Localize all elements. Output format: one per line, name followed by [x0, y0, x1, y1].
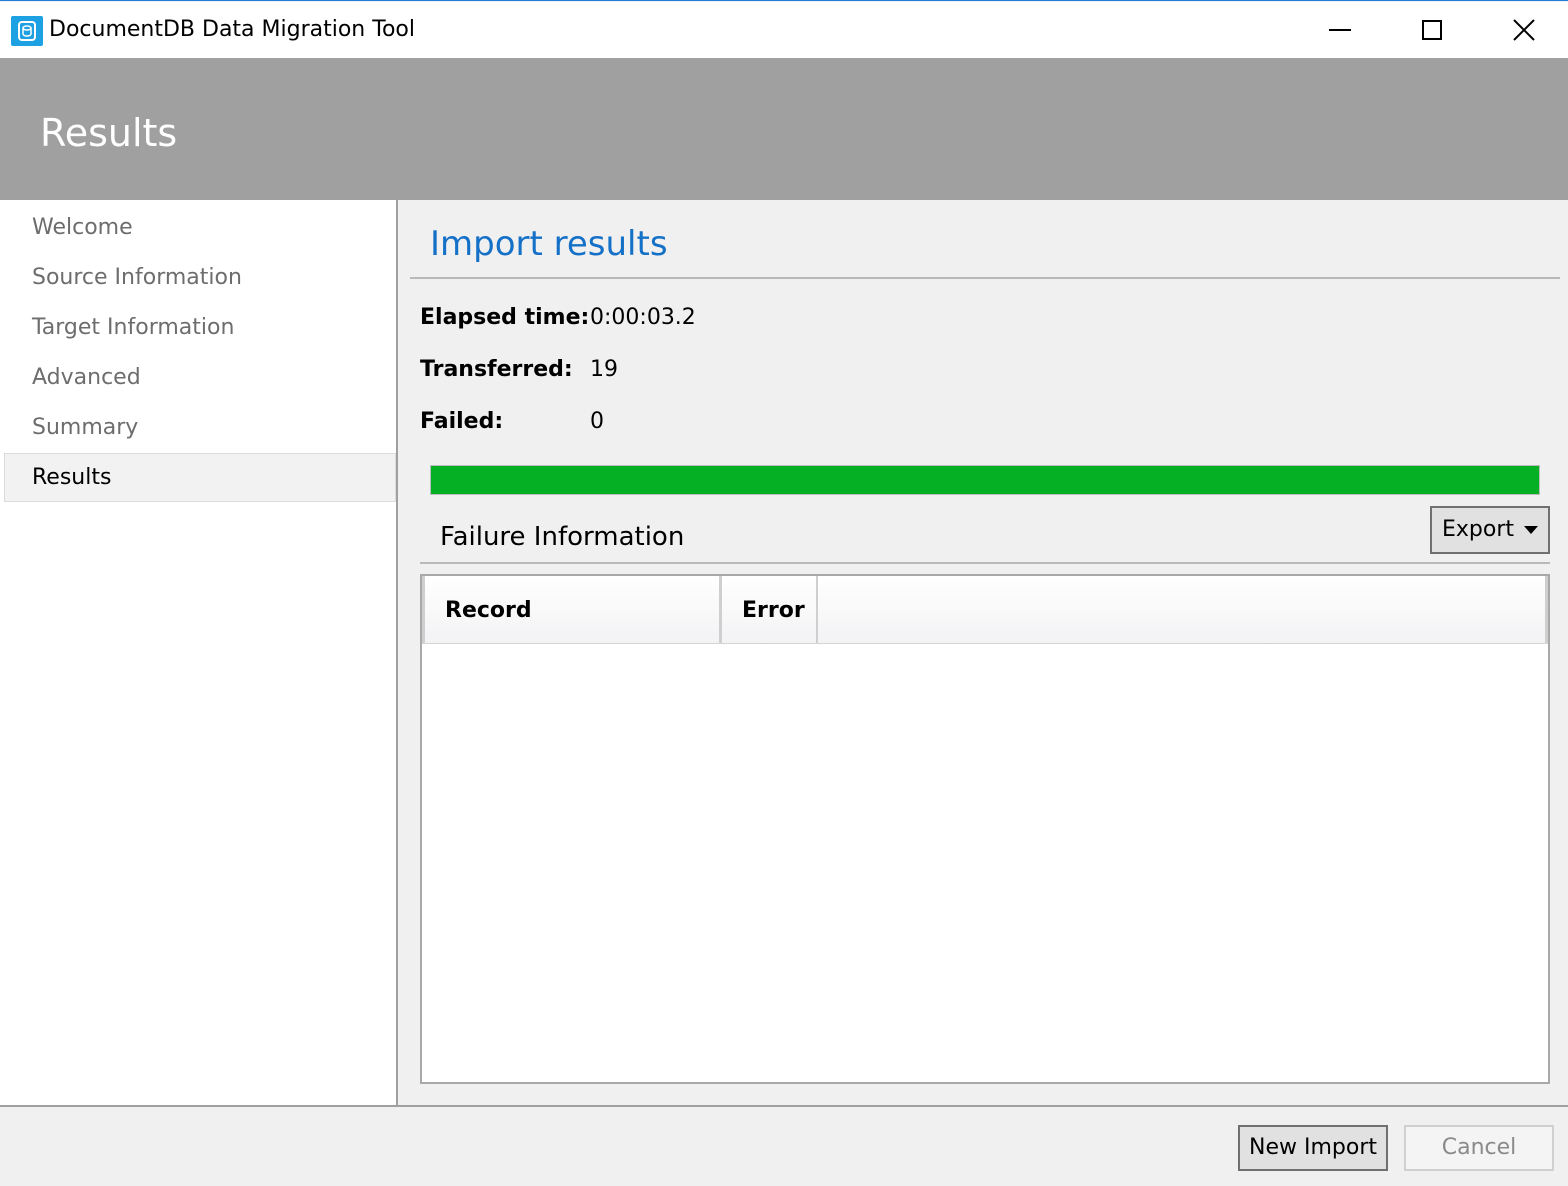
sidebar-item-target-information[interactable]: Target Information — [4, 304, 396, 352]
failure-grid[interactable]: Record Error — [420, 574, 1550, 1084]
database-icon — [11, 16, 43, 46]
sidebar-item-welcome[interactable]: Welcome — [4, 204, 396, 252]
close-button[interactable] — [1478, 2, 1568, 58]
progress-bar-fill — [431, 466, 1539, 494]
maximize-button[interactable] — [1386, 2, 1478, 58]
transferred-value: 19 — [590, 357, 618, 382]
caret-down-icon — [1524, 526, 1538, 534]
export-dropdown-button[interactable]: Export — [1430, 506, 1550, 554]
grid-header: Record Error — [422, 576, 1548, 644]
failed-label: Failed: — [420, 409, 504, 434]
elapsed-time-label: Elapsed time: — [420, 305, 590, 330]
export-label: Export — [1442, 517, 1515, 542]
progress-bar — [430, 465, 1540, 495]
sidebar-item-results[interactable]: Results — [4, 453, 396, 502]
main-content: Import results Elapsed time: 0:00:03.2 T… — [400, 200, 1568, 1105]
sidebar-item-source-information[interactable]: Source Information — [4, 254, 396, 302]
sidebar-item-advanced[interactable]: Advanced — [4, 354, 396, 402]
sidebar: Welcome Source Information Target Inform… — [0, 200, 398, 1105]
new-import-button[interactable]: New Import — [1238, 1125, 1388, 1171]
failed-value: 0 — [590, 409, 604, 434]
grid-header-edge — [1545, 576, 1548, 643]
elapsed-time-value: 0:00:03.2 — [590, 305, 696, 330]
transferred-label: Transferred: — [420, 357, 573, 382]
cancel-button[interactable]: Cancel — [1404, 1125, 1554, 1171]
minimize-button[interactable] — [1294, 2, 1386, 58]
section-divider — [410, 277, 1560, 279]
title-bar: DocumentDB Data Migration Tool — [0, 2, 1568, 58]
maximize-icon — [1422, 20, 1442, 40]
column-header-record[interactable]: Record — [422, 576, 722, 643]
close-icon — [1513, 19, 1535, 41]
footer-bar: New Import Cancel — [0, 1105, 1568, 1186]
sidebar-item-summary[interactable]: Summary — [4, 404, 396, 452]
window-title: DocumentDB Data Migration Tool — [49, 17, 415, 42]
failure-divider — [420, 562, 1550, 564]
page-header: Results — [0, 58, 1568, 200]
section-title: Import results — [430, 224, 668, 264]
app-window: DocumentDB Data Migration Tool Results W… — [0, 0, 1568, 1186]
page-title: Results — [40, 111, 178, 155]
failure-information-title: Failure Information — [440, 522, 685, 552]
column-header-error[interactable]: Error — [722, 576, 818, 643]
minimize-icon — [1329, 29, 1351, 31]
